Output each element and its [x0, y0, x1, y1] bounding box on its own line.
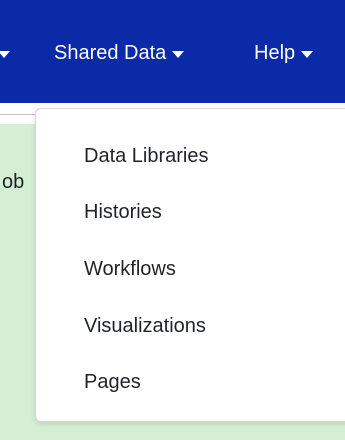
caret-down-icon: [172, 50, 185, 58]
top-navbar: Shared Data Help: [0, 0, 345, 103]
nav-item-shared-data-label: Shared Data: [54, 41, 167, 64]
menu-item-workflows[interactable]: Workflows: [84, 258, 176, 281]
menu-item-pages[interactable]: Pages: [84, 371, 141, 394]
nav-item-shared-data[interactable]: Shared Data: [54, 38, 185, 68]
menu-item-histories[interactable]: Histories: [84, 201, 162, 224]
nav-item-previous[interactable]: [0, 38, 10, 68]
nav-item-help[interactable]: Help: [254, 38, 314, 68]
shared-data-dropdown-menu: Data Libraries Histories Workflows Visua…: [35, 108, 345, 422]
menu-item-data-libraries[interactable]: Data Libraries: [84, 145, 209, 168]
caret-down-icon: [0, 50, 10, 58]
menu-item-visualizations[interactable]: Visualizations: [84, 315, 206, 338]
caret-down-icon: [301, 50, 314, 58]
nav-item-help-label: Help: [254, 41, 296, 64]
panel-text: ob: [2, 171, 25, 193]
